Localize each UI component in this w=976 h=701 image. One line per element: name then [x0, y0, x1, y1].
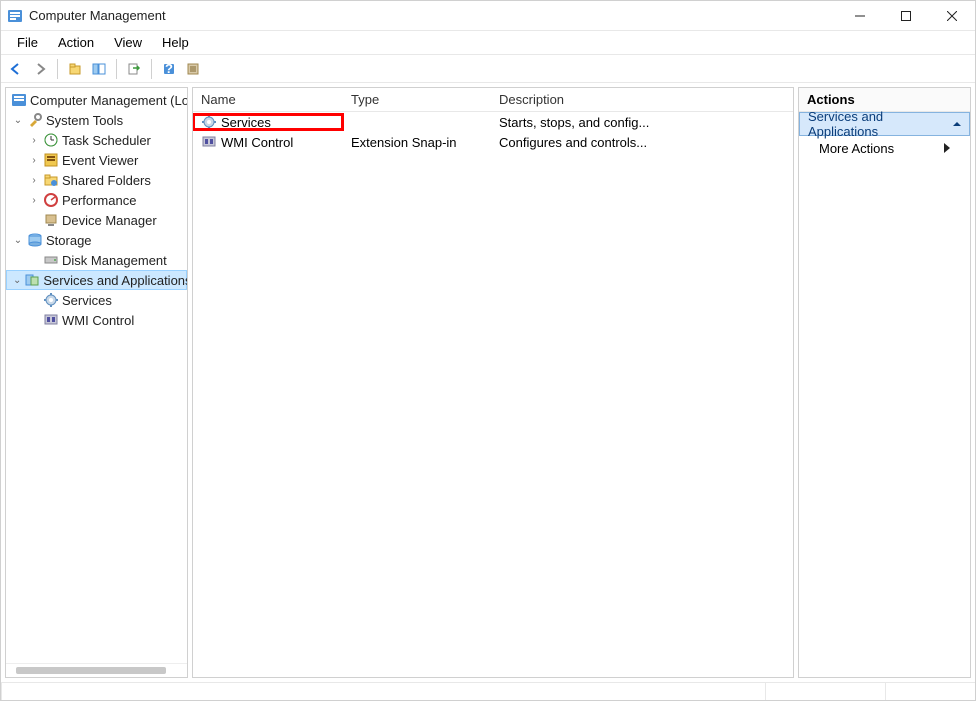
tree-label: Disk Management	[62, 253, 167, 268]
app-icon	[7, 8, 23, 24]
scroll-thumb[interactable]	[16, 667, 166, 674]
status-segment	[885, 683, 975, 700]
list-header: Name Type Description	[193, 88, 793, 112]
menu-view[interactable]: View	[104, 33, 152, 52]
export-button[interactable]	[123, 58, 145, 80]
services-apps-icon	[24, 272, 40, 288]
cell-description: Starts, stops, and config...	[499, 115, 649, 130]
status-segment	[765, 683, 885, 700]
tree-label: Device Manager	[62, 213, 157, 228]
tree-label: Services and Applications	[43, 273, 187, 288]
list-body: Services Starts, stops, and config... WM…	[193, 112, 793, 677]
tree-label: Performance	[62, 193, 136, 208]
cell-description: Configures and controls...	[499, 135, 647, 150]
cell-name: Services	[221, 115, 271, 130]
tree-device-manager[interactable]: Device Manager	[6, 210, 187, 230]
menubar: File Action View Help	[1, 31, 975, 55]
tree-storage[interactable]: ⌄ Storage	[6, 230, 187, 250]
back-button[interactable]	[5, 58, 27, 80]
tree-label: Shared Folders	[62, 173, 151, 188]
tree-label: Computer Management (Local)	[30, 93, 187, 108]
tree-services-apps[interactable]: ⌄ Services and Applications	[6, 270, 187, 290]
menu-help[interactable]: Help	[152, 33, 199, 52]
tree-shared-folders[interactable]: › Shared Folders	[6, 170, 187, 190]
cell-name: WMI Control	[221, 135, 293, 150]
column-type[interactable]: Type	[343, 88, 491, 111]
tree-panel: Computer Management (Local) ⌄ System Too…	[5, 87, 188, 678]
list-row-wmi[interactable]: WMI Control Extension Snap-in Configures…	[193, 132, 793, 152]
tree-task-scheduler[interactable]: › Task Scheduler	[6, 130, 187, 150]
window: Computer Management File Action View Hel…	[0, 0, 976, 701]
gear-icon	[201, 114, 217, 130]
forward-button[interactable]	[29, 58, 51, 80]
collapse-up-icon	[953, 120, 961, 128]
performance-icon	[43, 192, 59, 208]
expand-icon[interactable]: ›	[28, 195, 40, 206]
tree: Computer Management (Local) ⌄ System Too…	[6, 88, 187, 663]
computer-management-icon	[11, 92, 27, 108]
tree-performance[interactable]: › Performance	[6, 190, 187, 210]
tree-label: Storage	[46, 233, 92, 248]
shared-folder-icon	[43, 172, 59, 188]
gear-icon	[43, 292, 59, 308]
tree-label: System Tools	[46, 113, 123, 128]
menu-action[interactable]: Action	[48, 33, 104, 52]
list-panel: Name Type Description Services Starts, s…	[192, 87, 794, 678]
actions-more-label: More Actions	[819, 141, 894, 156]
toolbar-separator	[116, 59, 117, 79]
svg-text:?: ?	[165, 62, 173, 76]
menu-file[interactable]: File	[7, 33, 48, 52]
tree-wmi-control[interactable]: WMI Control	[6, 310, 187, 330]
column-name[interactable]: Name	[193, 88, 343, 111]
wmi-icon	[201, 134, 217, 150]
toolbar-separator	[57, 59, 58, 79]
actions-section[interactable]: Services and Applications	[799, 112, 970, 136]
expand-icon[interactable]: ›	[28, 175, 40, 186]
tree-event-viewer[interactable]: › Event Viewer	[6, 150, 187, 170]
toolbar: ?	[1, 55, 975, 83]
chevron-right-icon	[944, 143, 950, 153]
properties-button[interactable]	[182, 58, 204, 80]
clock-icon	[43, 132, 59, 148]
up-button[interactable]	[64, 58, 86, 80]
tools-icon	[27, 112, 43, 128]
event-viewer-icon	[43, 152, 59, 168]
maximize-button[interactable]	[883, 1, 929, 31]
expand-icon[interactable]: ›	[28, 155, 40, 166]
statusbar	[1, 682, 975, 700]
list-row-services[interactable]: Services Starts, stops, and config...	[193, 112, 793, 132]
close-button[interactable]	[929, 1, 975, 31]
tree-disk-management[interactable]: Disk Management	[6, 250, 187, 270]
device-manager-icon	[43, 212, 59, 228]
disk-icon	[43, 252, 59, 268]
collapse-icon[interactable]: ⌄	[12, 115, 24, 126]
actions-section-label: Services and Applications	[808, 109, 953, 139]
tree-services[interactable]: Services	[6, 290, 187, 310]
window-title: Computer Management	[29, 8, 837, 23]
actions-panel: Actions Services and Applications More A…	[798, 87, 971, 678]
show-hide-tree-button[interactable]	[88, 58, 110, 80]
help-button[interactable]: ?	[158, 58, 180, 80]
hscrollbar[interactable]	[6, 663, 187, 677]
tree-label: WMI Control	[62, 313, 134, 328]
tree-label: Services	[62, 293, 112, 308]
actions-more[interactable]: More Actions	[799, 136, 970, 160]
collapse-icon[interactable]: ⌄	[12, 235, 24, 246]
titlebar: Computer Management	[1, 1, 975, 31]
cell-type: Extension Snap-in	[351, 135, 457, 150]
storage-icon	[27, 232, 43, 248]
tree-system-tools[interactable]: ⌄ System Tools	[6, 110, 187, 130]
toolbar-separator	[151, 59, 152, 79]
wmi-icon	[43, 312, 59, 328]
tree-root[interactable]: Computer Management (Local)	[6, 90, 187, 110]
status-segment	[1, 683, 765, 700]
client-area: Computer Management (Local) ⌄ System Too…	[1, 83, 975, 682]
minimize-button[interactable]	[837, 1, 883, 31]
expand-icon[interactable]: ›	[28, 135, 40, 146]
tree-label: Task Scheduler	[62, 133, 151, 148]
tree-label: Event Viewer	[62, 153, 138, 168]
collapse-icon[interactable]: ⌄	[13, 275, 21, 286]
column-description[interactable]: Description	[491, 88, 793, 111]
